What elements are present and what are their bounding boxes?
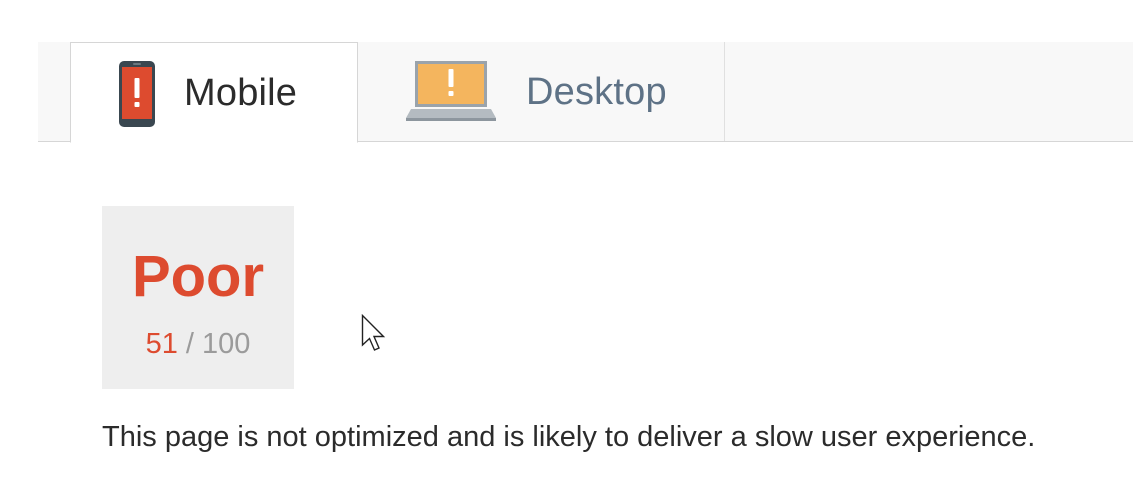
score-max: 100: [202, 328, 251, 360]
score-rating: Poor: [131, 244, 265, 309]
score-summary: This page is not optimized and is likely…: [102, 421, 1036, 453]
desktop-warning-icon: [406, 61, 496, 121]
mobile-warning-icon: [119, 61, 155, 127]
device-tab-bar: Mobile Desktop: [38, 42, 1133, 143]
tab-desktop-label: Desktop: [526, 71, 667, 113]
tab-desktop[interactable]: Desktop: [358, 42, 725, 141]
mouse-cursor-icon: [361, 314, 386, 351]
pagespeed-page: Mobile Desktop Poor 51 / 100 This page i…: [0, 0, 1133, 489]
tab-mobile[interactable]: Mobile: [70, 42, 358, 143]
score-separator: /: [177, 328, 203, 360]
score-card: Poor 51 / 100: [102, 206, 294, 389]
score-value: 51 / 100: [102, 330, 294, 359]
score-number: 51: [145, 328, 178, 360]
tab-mobile-label: Mobile: [184, 72, 298, 114]
